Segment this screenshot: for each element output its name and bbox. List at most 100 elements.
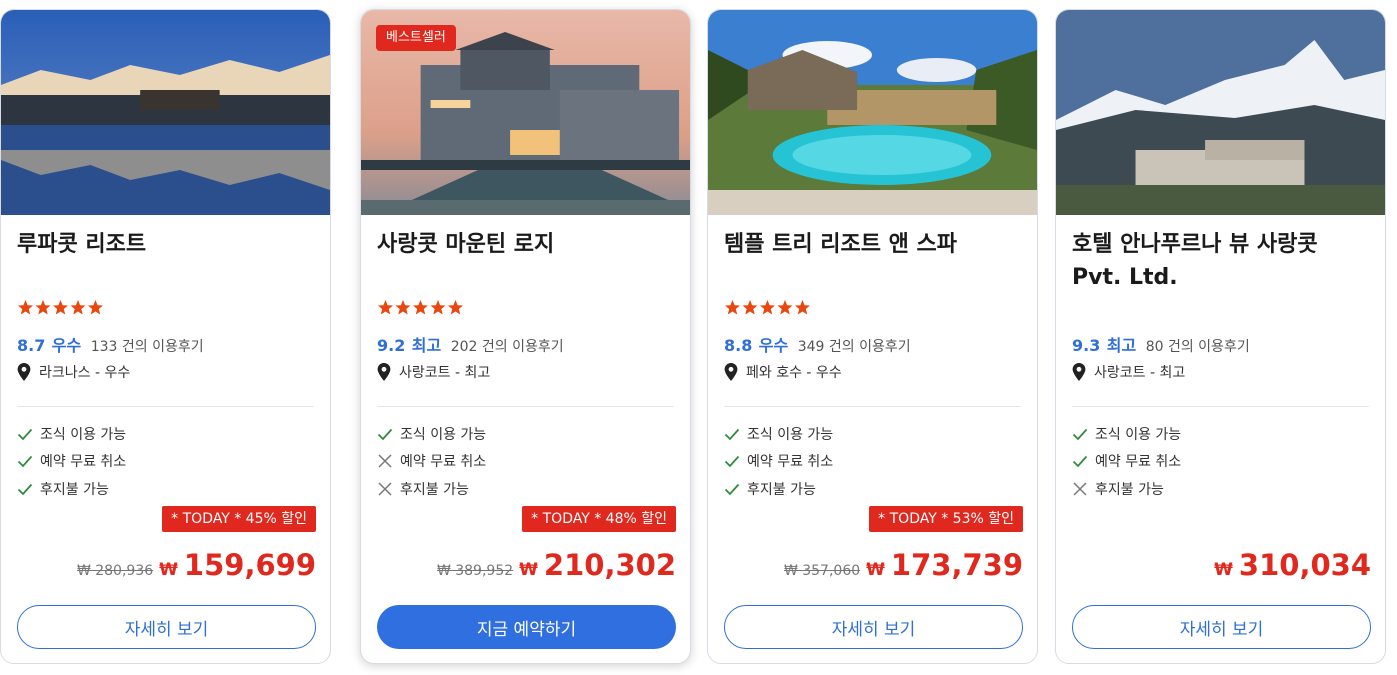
check-icon [17,456,33,468]
view-details-button[interactable]: 자세히 보기 [1072,605,1371,649]
score-value: 9.3 [1072,336,1101,355]
x-icon [378,482,392,496]
feature-label: 예약 무료 취소 [747,454,834,471]
star-icon [413,300,428,315]
feature-item: 후지불 가능 [17,475,126,503]
review-count: 133 건의 이용후기 [90,339,204,355]
location: 라크나스 - 우수 [17,362,130,382]
star-icon [448,300,463,315]
map-pin-icon [377,363,391,381]
divider [724,406,1021,407]
original-price: ₩ 357,060 [783,563,861,579]
location: 사랑코트 - 최고 [1072,362,1185,382]
check-icon [377,428,393,441]
star-icon [777,300,793,315]
check-icon [724,428,740,441]
hotel-card[interactable]: 베스트셀러 사랑콧 마운틴 로지 9.2 최고 202 건의 이용후기 사랑코트… [360,9,691,664]
feature-label: 후지불 가능 [1095,481,1164,498]
star-icon [53,300,68,315]
review-score: 9.2 최고 202 건의 이용후기 [377,332,564,356]
score-value: 8.7 [17,336,46,355]
check-icon [1072,456,1088,468]
check-icon [17,428,33,441]
star-icon [378,300,393,315]
score-value: 8.8 [724,336,753,355]
currency-symbol: ₩ [1214,560,1233,580]
sale-price: 173,739 [890,548,1023,582]
hotel-name[interactable]: 사랑콧 마운틴 로지 [377,228,676,261]
map-pin-icon [724,363,738,381]
feature-item: 후지불 가능 [1072,475,1181,503]
feature-label: 예약 무료 취소 [1095,454,1182,471]
divider [377,406,674,407]
hotel-photo[interactable] [1056,10,1385,215]
currency-symbol: ₩ [159,560,178,580]
feature-item: 예약 무료 취소 [17,448,126,476]
book-now-button[interactable]: 지금 예약하기 [377,605,676,649]
review-score: 8.7 우수 133 건의 이용후기 [17,332,204,356]
x-icon [378,454,392,468]
feature-list: 조식 이용 가능 예약 무료 취소 후지불 가능 [17,420,126,503]
divider [1072,406,1369,407]
location: 사랑코트 - 최고 [377,362,490,382]
price: ₩ 389,952 ₩ 210,302 [437,548,676,582]
star-icon [430,300,446,315]
view-details-button[interactable]: 자세히 보기 [17,605,316,649]
hotel-name[interactable]: 루파콧 리조트 [17,228,316,261]
hotel-card[interactable]: 템플 트리 리조트 앤 스파 8.8 우수 349 건의 이용후기 페와 호수 … [707,9,1038,664]
feature-label: 후지불 가능 [400,481,469,498]
feature-item: 조식 이용 가능 [724,420,833,448]
star-icon [88,300,103,315]
star-icon [70,300,86,315]
hotel-card[interactable]: 호텔 안나푸르나 뷰 사랑콧 Pvt. Ltd. 9.3 최고 80 건의 이용… [1055,9,1386,664]
review-count: 80 건의 이용후기 [1145,339,1250,355]
star-icon [760,300,775,315]
sale-price: 210,302 [543,548,676,582]
score-word: 우수 [51,336,82,355]
feature-item: 조식 이용 가능 [17,420,126,448]
discount-badge: * TODAY * 45% 할인 [162,506,316,532]
feature-list: 조식 이용 가능 예약 무료 취소 후지불 가능 [377,420,486,503]
star-icon [795,300,810,315]
hotel-card[interactable]: 루파콧 리조트 8.7 우수 133 건의 이용후기 라크나스 - 우수 조식 … [0,9,331,664]
feature-list: 조식 이용 가능 예약 무료 취소 후지불 가능 [1072,420,1181,503]
star-icon [725,300,740,315]
hotel-photo[interactable] [1,10,330,215]
feature-label: 조식 이용 가능 [40,426,127,443]
score-value: 9.2 [377,336,406,355]
hotel-photo[interactable] [708,10,1037,215]
review-count: 202 건의 이용후기 [450,339,564,355]
hotel-name[interactable]: 호텔 안나푸르나 뷰 사랑콧 Pvt. Ltd. [1072,228,1371,294]
hotel-name[interactable]: 템플 트리 리조트 앤 스파 [724,228,1023,261]
star-rating [17,299,105,317]
review-count: 349 건의 이용후기 [797,339,911,355]
feature-item: 예약 무료 취소 [724,448,833,476]
currency-symbol: ₩ [866,560,885,580]
score-word: 최고 [411,336,442,355]
feature-label: 조식 이용 가능 [1095,426,1182,443]
feature-item: 예약 무료 취소 [1072,448,1181,476]
sale-price: 159,699 [183,548,316,582]
feature-item: 후지불 가능 [724,475,833,503]
feature-label: 조식 이용 가능 [747,426,834,443]
currency-symbol: ₩ [519,560,538,580]
star-icon [395,300,411,315]
bestseller-badge: 베스트셀러 [376,25,456,51]
price: ₩ 310,034 [1214,548,1371,582]
location-text: 사랑코트 - 최고 [399,365,491,381]
original-price: ₩ 280,936 [76,563,154,579]
x-icon [1073,482,1087,496]
star-icon [18,300,33,315]
location-text: 페와 호수 - 우수 [746,365,842,381]
review-score: 8.8 우수 349 건의 이용후기 [724,332,911,356]
feature-item: 조식 이용 가능 [377,420,486,448]
feature-label: 예약 무료 취소 [400,454,487,471]
review-score: 9.3 최고 80 건의 이용후기 [1072,332,1250,356]
map-pin-icon [17,363,31,381]
check-icon [724,456,740,468]
discount-badge: * TODAY * 48% 할인 [522,506,676,532]
original-price: ₩ 389,952 [436,563,514,579]
check-icon [17,483,33,496]
map-pin-icon [1072,363,1086,381]
view-details-button[interactable]: 자세히 보기 [724,605,1023,649]
